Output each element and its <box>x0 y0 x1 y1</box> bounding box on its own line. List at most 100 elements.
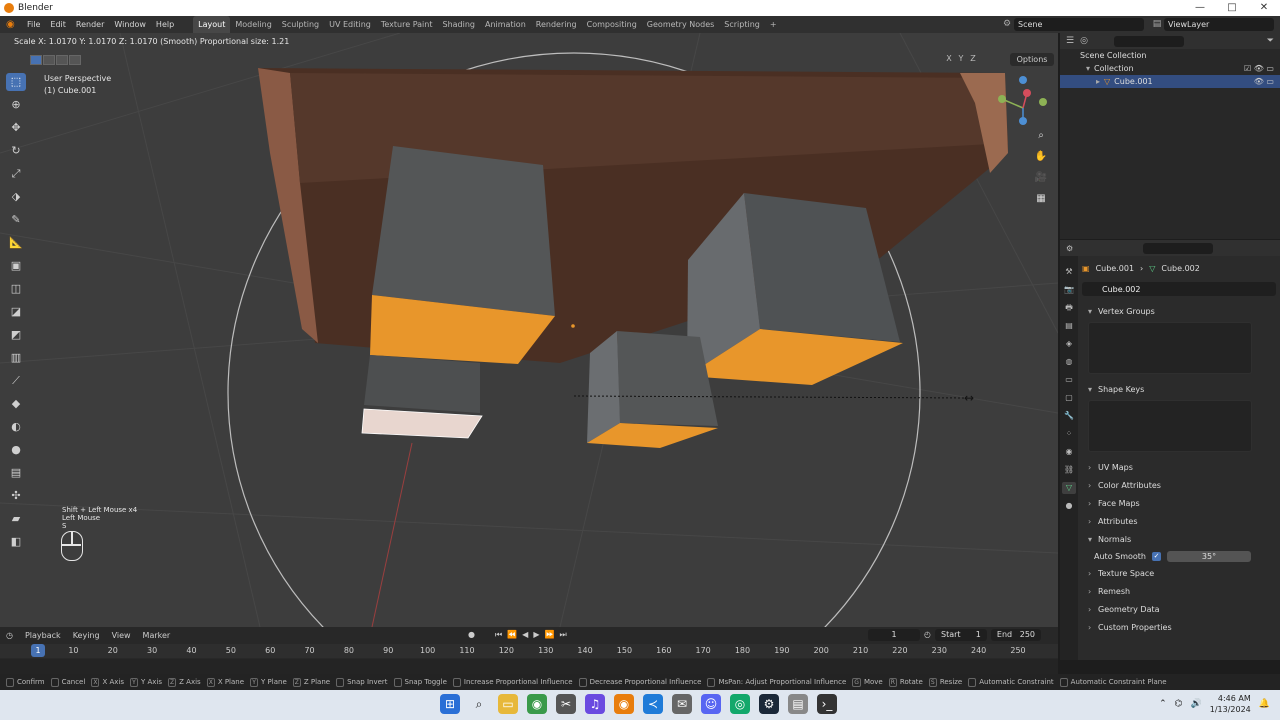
knife-tool-icon[interactable]: ⟋ <box>6 372 26 390</box>
mirror-z-toggle[interactable]: Z <box>968 54 978 63</box>
select-subtract-button[interactable] <box>56 55 68 65</box>
world-tab-icon[interactable]: ◍ <box>1062 356 1076 368</box>
tab-compositing[interactable]: Compositing <box>582 16 642 33</box>
filter-icon[interactable]: ⏷ <box>1267 36 1274 46</box>
maximize-button[interactable]: □ <box>1216 0 1248 16</box>
preview-range-icon[interactable]: ◴ <box>924 629 931 641</box>
inset-tool-icon[interactable]: ◪ <box>6 303 26 321</box>
mirror-x-toggle[interactable]: X <box>944 54 954 63</box>
tray-expand-icon[interactable]: ⌃ <box>1159 699 1167 709</box>
display-mode-icon[interactable]: ◎ <box>1080 36 1088 46</box>
select-new-button[interactable] <box>30 55 42 65</box>
shape-keys-panel-header[interactable]: ▾ Shape Keys <box>1082 380 1276 398</box>
vertex-groups-panel-header[interactable]: ▾ Vertex Groups <box>1082 302 1276 320</box>
menu-marker[interactable]: Marker <box>137 631 177 640</box>
collection-tab-icon[interactable]: ▭ <box>1062 374 1076 386</box>
volume-icon[interactable]: 🔊 <box>1191 699 1202 709</box>
notepad-icon[interactable]: ▤ <box>788 694 808 714</box>
rotate-tool-icon[interactable]: ↻ <box>6 142 26 160</box>
itunes-icon[interactable]: ♫ <box>585 694 605 714</box>
3d-viewport[interactable]: ↔ Scale X: 1.0170 Y: 1.0170 Z: 1.0170 (S… <box>0 33 1058 627</box>
custom-properties-panel-header[interactable]: › Custom Properties <box>1082 618 1276 636</box>
scene-tab-icon[interactable]: ◈ <box>1062 338 1076 350</box>
timeline-track[interactable] <box>0 659 1058 674</box>
outliner-search-input[interactable] <box>1113 35 1184 47</box>
outliner-row-collection[interactable]: ▾ Collection ☑ 👁 ▭ <box>1060 62 1280 75</box>
attributes-panel-header[interactable]: › Attributes <box>1082 512 1276 530</box>
material-tab-icon[interactable]: ● <box>1062 500 1076 512</box>
vertex-groups-list[interactable] <box>1088 322 1252 374</box>
end-frame-field[interactable]: End 250 <box>990 629 1042 641</box>
geometry-data-panel-header[interactable]: › Geometry Data <box>1082 600 1276 618</box>
select-intersect-button[interactable] <box>69 55 81 65</box>
play-reverse-icon[interactable]: ◀ <box>522 630 528 640</box>
discord-icon[interactable]: ☺ <box>701 694 721 714</box>
poly-build-tool-icon[interactable]: ◆ <box>6 395 26 413</box>
normals-panel-header[interactable]: ▾ Normals <box>1082 530 1276 548</box>
windows-start-icon[interactable]: ⊞ <box>440 694 460 714</box>
tab-modeling[interactable]: Modeling <box>230 16 276 33</box>
move-tool-icon[interactable]: ✥ <box>6 119 26 137</box>
measure-tool-icon[interactable]: 📐 <box>6 234 26 252</box>
add-cube-tool-icon[interactable]: ▣ <box>6 257 26 275</box>
mail-icon[interactable]: ✉ <box>672 694 692 714</box>
extrude-tool-icon[interactable]: ◫ <box>6 280 26 298</box>
menu-render[interactable]: Render <box>71 20 109 29</box>
smooth-tool-icon[interactable]: ● <box>6 441 26 459</box>
menu-playback[interactable]: Playback <box>19 631 67 640</box>
mesh-data-tab-icon[interactable]: ▽ <box>1062 482 1076 494</box>
start-frame-field[interactable]: Start 1 <box>934 629 987 641</box>
tab-uv-editing[interactable]: UV Editing <box>324 16 376 33</box>
chrome-icon[interactable]: ◉ <box>527 694 547 714</box>
current-frame-field[interactable]: 1 <box>868 629 920 641</box>
render-tab-icon[interactable]: 📷 <box>1062 284 1076 296</box>
remesh-panel-header[interactable]: › Remesh <box>1082 582 1276 600</box>
blender-menu-icon[interactable]: ◉ <box>6 19 18 31</box>
expand-arrow-icon[interactable]: ▾ <box>1086 64 1090 73</box>
auto-smooth-angle-field[interactable]: 35° <box>1167 550 1251 562</box>
object-tab-icon[interactable]: ▢ <box>1062 392 1076 404</box>
view-layer-selector[interactable]: ViewLayer <box>1164 18 1274 31</box>
tab-rendering[interactable]: Rendering <box>531 16 582 33</box>
tab-animation[interactable]: Animation <box>480 16 531 33</box>
color-attributes-panel-header[interactable]: › Color Attributes <box>1082 476 1276 494</box>
play-icon[interactable]: ▶ <box>533 630 539 640</box>
spin-tool-icon[interactable]: ◐ <box>6 418 26 436</box>
view-layer-tab-icon[interactable]: ▤ <box>1062 320 1076 332</box>
tab-texture-paint[interactable]: Texture Paint <box>376 16 438 33</box>
menu-edit[interactable]: Edit <box>45 20 71 29</box>
tab-sculpting[interactable]: Sculpting <box>277 16 324 33</box>
menu-keying[interactable]: Keying <box>67 631 106 640</box>
playhead[interactable]: 1 <box>31 644 45 657</box>
tab-shading[interactable]: Shading <box>437 16 480 33</box>
steam-icon[interactable]: ⚙ <box>759 694 779 714</box>
auto-smooth-checkbox[interactable]: ✓ <box>1152 551 1161 561</box>
menu-view[interactable]: View <box>106 631 137 640</box>
camera-icon[interactable]: 🎥 <box>1034 171 1048 185</box>
network-icon[interactable]: ⌬ <box>1175 699 1183 709</box>
search-icon[interactable]: ⌕ <box>469 694 489 714</box>
menu-file[interactable]: File <box>22 20 45 29</box>
jump-start-icon[interactable]: ⏮ <box>495 630 502 640</box>
loop-cut-tool-icon[interactable]: ▥ <box>6 349 26 367</box>
minimize-button[interactable]: — <box>1184 0 1216 16</box>
bevel-tool-icon[interactable]: ◩ <box>6 326 26 344</box>
scale-tool-icon[interactable]: ⤢ <box>6 165 26 183</box>
physics-tab-icon[interactable]: ◉ <box>1062 446 1076 458</box>
menu-help[interactable]: Help <box>151 20 179 29</box>
zoom-icon[interactable]: ⌕ <box>1034 129 1048 143</box>
properties-search-input[interactable] <box>1143 242 1214 254</box>
xbox-icon[interactable]: ◎ <box>730 694 750 714</box>
outliner-row-scene-collection[interactable]: Scene Collection <box>1060 49 1280 62</box>
vscode-icon[interactable]: ≺ <box>643 694 663 714</box>
add-workspace-button[interactable]: + <box>765 16 782 33</box>
mirror-y-toggle[interactable]: Y <box>956 54 966 63</box>
edge-slide-tool-icon[interactable]: ▤ <box>6 464 26 482</box>
annotate-tool-icon[interactable]: ✎ <box>6 211 26 229</box>
rip-tool-icon[interactable]: ◧ <box>6 533 26 551</box>
tab-scripting[interactable]: Scripting <box>719 16 765 33</box>
visibility-eye-icon[interactable]: 👁 ▭ <box>1254 77 1274 86</box>
constraints-tab-icon[interactable]: ⛓ <box>1062 464 1076 476</box>
blender-taskbar-icon[interactable]: ◉ <box>614 694 634 714</box>
select-box-tool-icon[interactable]: ⬚ <box>6 73 26 91</box>
